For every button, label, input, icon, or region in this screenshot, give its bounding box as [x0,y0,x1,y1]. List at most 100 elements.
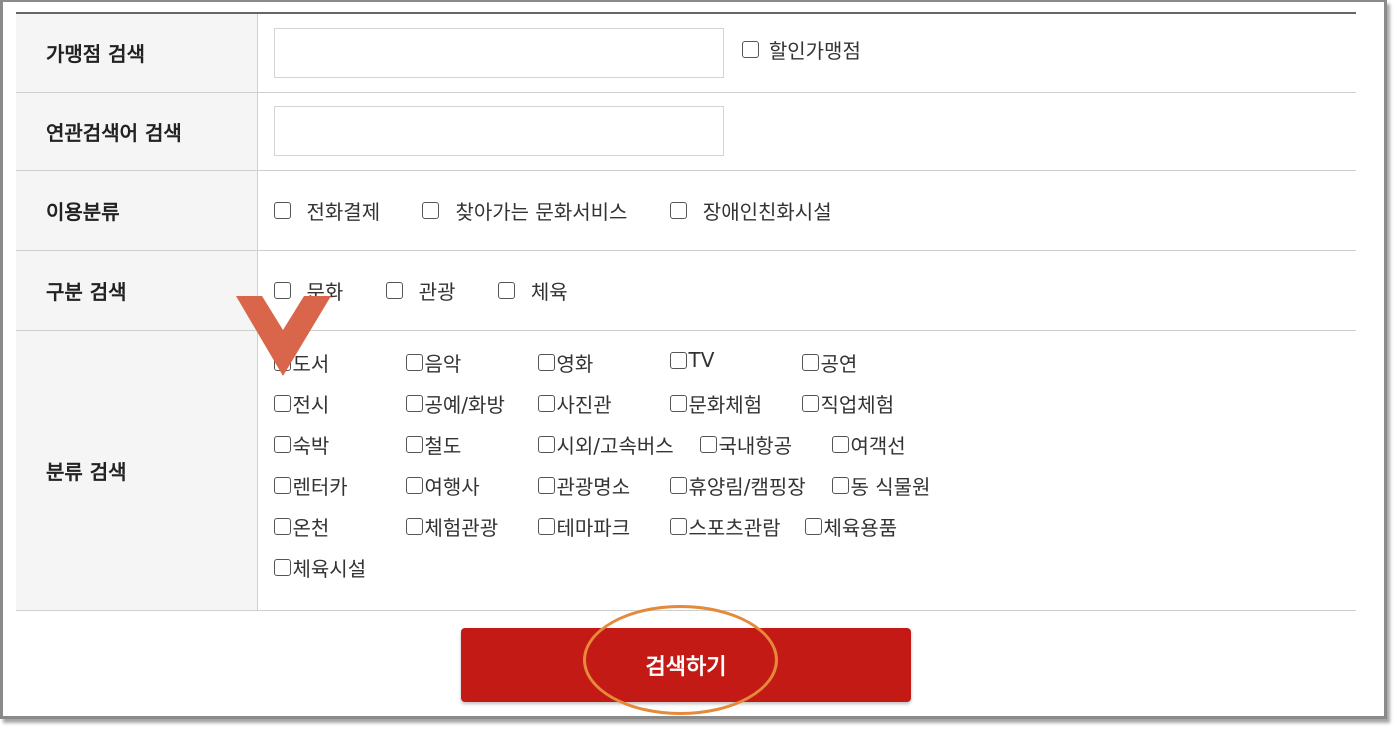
category-option[interactable]: 전시 [273,389,330,418]
category-option[interactable]: 숙박 [273,430,330,459]
category-option[interactable]: 여객선 [831,430,906,459]
category-checkbox[interactable] [537,395,555,412]
category-option-label: 전시 [292,393,330,417]
usage-checkbox[interactable] [273,201,291,219]
category-checkbox[interactable] [405,518,423,535]
category-checkbox[interactable] [273,395,291,412]
category-checkbox[interactable] [831,477,849,494]
row-usage: 이용분류 전화결제 찾아가는 문화서비스 장애인친화시설 [16,170,1356,251]
category-option[interactable]: 사진관 [537,389,612,418]
category-option[interactable]: 국내항공 [699,430,793,459]
category-option[interactable]: 동 식물원 [831,471,931,500]
category-checkbox[interactable] [537,436,555,453]
division-option-tourism[interactable]: 관광 [385,276,455,305]
category-checkbox[interactable] [804,518,822,535]
category-option-label: 국내항공 [718,434,793,458]
division-option-sports[interactable]: 체육 [497,276,568,305]
category-option-label: 렌터카 [292,475,348,499]
usage-checkbox[interactable] [669,201,687,219]
category-option[interactable]: 체육용품 [804,512,898,541]
category-option[interactable]: 관광명소 [537,471,631,500]
search-button[interactable]: 검색하기 [461,628,911,702]
category-option-label: 음악 [424,352,462,376]
category-checkbox[interactable] [537,354,555,371]
store-search-label: 가맹점 검색 [16,12,258,93]
category-checkbox[interactable] [273,477,291,494]
category-option[interactable]: 도서 [273,348,329,377]
category-option[interactable]: 철도 [405,430,462,459]
row-category: 분류 검색 도서 음악 영화 TV 공연전시 공예/화방 사진관 문화체험 직업체험숙박 철도 시외… [16,330,1357,611]
category-option[interactable]: 스포츠관람 [669,512,781,541]
division-checkbox[interactable] [385,281,403,299]
category-checkbox[interactable] [273,559,291,576]
category-checkbox[interactable] [669,518,687,535]
discount-store-checkbox[interactable] [741,41,759,59]
category-checkbox[interactable] [405,436,423,453]
category-checkbox[interactable] [273,518,291,535]
row-division: 구분 검색 문화 관광 체육 [16,250,1356,331]
category-label: 분류 검색 [16,330,258,611]
discount-store-label: 할인가맹점 [768,39,861,64]
division-checkbox[interactable] [497,281,515,299]
category-option[interactable]: 영화 [537,348,594,377]
category-checkbox[interactable] [273,354,291,371]
category-option[interactable]: 여행사 [405,471,480,500]
category-option[interactable]: 음악 [405,348,462,377]
category-option[interactable]: 직업체험 [801,389,895,418]
category-grid: 도서 음악 영화 TV 공연전시 공예/화방 사진관 문화체험 직업체험숙박 철도 시외/고속버스 국… [273,348,1357,598]
category-checkbox[interactable] [405,395,423,412]
store-search-input[interactable] [273,27,724,78]
row-keyword-search: 연관검색어 검색 [16,92,1356,171]
division-option-culture[interactable]: 문화 [273,276,343,305]
search-form: 가맹점 검색 할인가맹점 연관검색어 검색 이용분류 전화결제 찾아가는 문화서… [16,12,1356,611]
category-option-label: 관광명소 [556,475,631,499]
category-option-label: 체험관광 [424,516,499,540]
category-option[interactable]: 온천 [273,512,329,541]
category-option-label: 동 식물원 [850,475,931,499]
usage-option-visiting[interactable]: 찾아가는 문화서비스 [422,196,627,225]
usage-checkbox[interactable] [422,201,440,219]
category-option-label: 휴양림/캠핑장 [688,475,806,499]
category-checkbox[interactable] [669,395,687,412]
category-option-label: TV [688,348,715,372]
category-option-label: 문화체험 [688,393,763,417]
row-store-search: 가맹점 검색 할인가맹점 [16,12,1356,93]
category-option-label: 영화 [556,352,594,376]
category-option[interactable]: 시외/고속버스 [537,430,674,459]
category-option[interactable]: 문화체험 [669,389,763,418]
category-checkbox[interactable] [699,436,717,453]
category-checkbox[interactable] [801,354,819,371]
category-option-label: 테마파크 [556,516,631,540]
category-option[interactable]: 체육시설 [273,553,366,582]
category-option-label: 숙박 [292,434,330,458]
category-checkbox[interactable] [537,518,555,535]
category-option-label: 시외/고속버스 [556,434,674,458]
category-checkbox[interactable] [801,395,819,412]
category-checkbox[interactable] [669,477,687,494]
category-option[interactable]: 휴양림/캠핑장 [669,471,806,500]
category-option[interactable]: 공예/화방 [405,389,505,418]
category-checkbox[interactable] [273,436,291,453]
category-option-label: 체육용품 [823,516,898,540]
category-checkbox[interactable] [669,351,687,369]
category-checkbox[interactable] [405,477,423,494]
category-option[interactable]: 공연 [801,348,858,377]
category-option-label: 공연 [820,352,858,376]
category-option[interactable]: 테마파크 [537,512,631,541]
keyword-search-label: 연관검색어 검색 [16,92,258,171]
usage-option-accessible[interactable]: 장애인친화시설 [669,196,832,225]
category-checkbox[interactable] [537,477,555,494]
category-option[interactable]: 렌터카 [273,471,348,500]
category-option[interactable]: 체험관광 [405,512,499,541]
category-option-label: 스포츠관람 [688,516,781,540]
category-checkbox[interactable] [831,436,849,453]
discount-store-option[interactable]: 할인가맹점 [741,35,861,64]
division-checkbox[interactable] [273,281,291,299]
category-option-label: 여객선 [850,434,906,458]
keyword-search-input[interactable] [273,106,724,156]
category-checkbox[interactable] [405,354,423,371]
category-option[interactable]: TV [669,348,715,372]
category-option-label: 철도 [424,434,462,458]
category-option-label: 직업체험 [820,393,895,417]
usage-option-phone[interactable]: 전화결제 [273,196,380,225]
